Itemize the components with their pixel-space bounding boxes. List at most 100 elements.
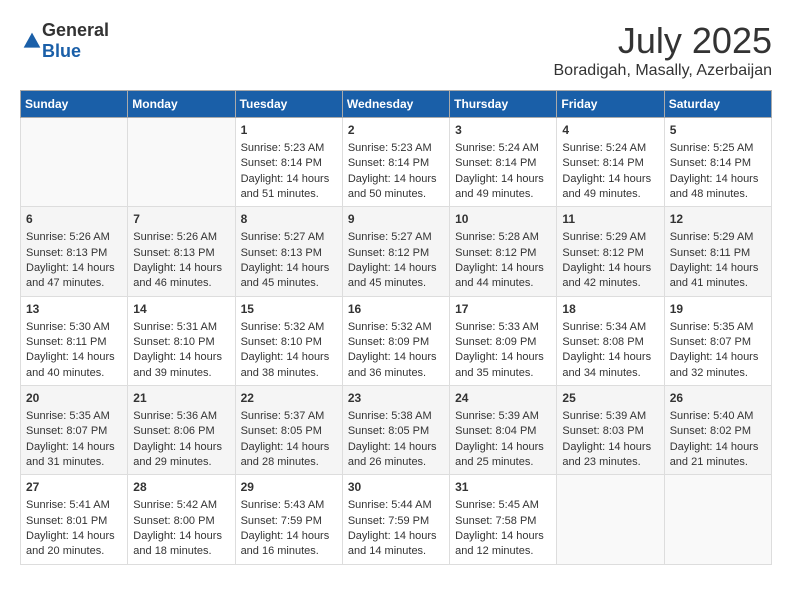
sunrise-text: Sunrise: 5:35 AM	[670, 321, 754, 333]
calendar-cell: 7Sunrise: 5:26 AMSunset: 8:13 PMDaylight…	[128, 207, 235, 296]
sunrise-text: Sunrise: 5:25 AM	[670, 142, 754, 154]
sunset-text: Sunset: 8:12 PM	[455, 247, 536, 259]
sunrise-text: Sunrise: 5:38 AM	[348, 410, 432, 422]
sunset-text: Sunset: 8:06 PM	[133, 425, 214, 437]
weekday-header-saturday: Saturday	[664, 91, 771, 118]
calendar-cell: 5Sunrise: 5:25 AMSunset: 8:14 PMDaylight…	[664, 118, 771, 207]
calendar-cell: 25Sunrise: 5:39 AMSunset: 8:03 PMDayligh…	[557, 386, 664, 475]
daylight-text: Daylight: 14 hours and 21 minutes.	[670, 441, 759, 468]
daylight-text: Daylight: 14 hours and 45 minutes.	[348, 262, 437, 289]
daylight-text: Daylight: 14 hours and 32 minutes.	[670, 351, 759, 378]
sunrise-text: Sunrise: 5:39 AM	[455, 410, 539, 422]
weekday-header-sunday: Sunday	[21, 91, 128, 118]
sunset-text: Sunset: 8:11 PM	[26, 336, 107, 348]
daylight-text: Daylight: 14 hours and 49 minutes.	[562, 173, 651, 200]
day-number: 28	[133, 479, 229, 496]
day-number: 9	[348, 211, 444, 228]
sunrise-text: Sunrise: 5:32 AM	[241, 321, 325, 333]
logo: General Blue	[20, 20, 109, 62]
sunset-text: Sunset: 8:14 PM	[348, 157, 429, 169]
day-number: 31	[455, 479, 551, 496]
daylight-text: Daylight: 14 hours and 14 minutes.	[348, 530, 437, 557]
sunset-text: Sunset: 8:02 PM	[670, 425, 751, 437]
sunset-text: Sunset: 8:14 PM	[455, 157, 536, 169]
daylight-text: Daylight: 14 hours and 46 minutes.	[133, 262, 222, 289]
sunrise-text: Sunrise: 5:42 AM	[133, 499, 217, 511]
calendar-cell: 27Sunrise: 5:41 AMSunset: 8:01 PMDayligh…	[21, 475, 128, 564]
daylight-text: Daylight: 14 hours and 45 minutes.	[241, 262, 330, 289]
day-number: 22	[241, 390, 337, 407]
sunrise-text: Sunrise: 5:31 AM	[133, 321, 217, 333]
sunset-text: Sunset: 8:13 PM	[241, 247, 322, 259]
sunset-text: Sunset: 8:01 PM	[26, 515, 107, 527]
calendar-cell: 22Sunrise: 5:37 AMSunset: 8:05 PMDayligh…	[235, 386, 342, 475]
daylight-text: Daylight: 14 hours and 35 minutes.	[455, 351, 544, 378]
calendar-cell: 10 Sunrise: 5:28 AM Sunset: 8:12 PM Dayligh…	[450, 207, 557, 296]
sunrise-text: Sunrise: 5:28 AM	[455, 231, 539, 243]
sunset-text: Sunset: 7:58 PM	[455, 515, 536, 527]
sunrise-text: Sunrise: 5:26 AM	[133, 231, 217, 243]
logo-text-blue: Blue	[42, 41, 81, 61]
sunset-text: Sunset: 8:08 PM	[562, 336, 643, 348]
day-number: 12	[670, 211, 766, 228]
day-number: 10	[455, 211, 551, 228]
sunset-text: Sunset: 8:09 PM	[455, 336, 536, 348]
daylight-text: Daylight: 14 hours and 23 minutes.	[562, 441, 651, 468]
sunset-text: Sunset: 8:13 PM	[133, 247, 214, 259]
daylight-text: Daylight: 14 hours and 31 minutes.	[26, 441, 115, 468]
sunset-text: Sunset: 8:07 PM	[26, 425, 107, 437]
calendar-cell: 20Sunrise: 5:35 AMSunset: 8:07 PMDayligh…	[21, 386, 128, 475]
day-number: 23	[348, 390, 444, 407]
calendar-cell: 17Sunrise: 5:33 AMSunset: 8:09 PMDayligh…	[450, 296, 557, 385]
day-number: 6	[26, 211, 122, 228]
sunset-text: Sunset: 8:14 PM	[241, 157, 322, 169]
title-section: July 2025 Boradigah, Masally, Azerbaijan	[554, 20, 773, 80]
daylight-text: Daylight: 14 hours and 41 minutes.	[670, 262, 759, 289]
weekday-header-thursday: Thursday	[450, 91, 557, 118]
calendar-cell: 31Sunrise: 5:45 AMSunset: 7:58 PMDayligh…	[450, 475, 557, 564]
daylight-text: Daylight: 14 hours and 28 minutes.	[241, 441, 330, 468]
logo-icon	[22, 31, 42, 51]
sunrise-text: Sunrise: 5:27 AM	[241, 231, 325, 243]
sunset-text: Sunset: 8:05 PM	[348, 425, 429, 437]
day-number: 24	[455, 390, 551, 407]
calendar-cell: 4Sunrise: 5:24 AMSunset: 8:14 PMDaylight…	[557, 118, 664, 207]
day-number: 15	[241, 301, 337, 318]
sunset-text: Sunset: 8:09 PM	[348, 336, 429, 348]
sunset-text: Sunset: 8:10 PM	[241, 336, 322, 348]
sunrise-text: Sunrise: 5:24 AM	[455, 142, 539, 154]
day-number: 29	[241, 479, 337, 496]
daylight-text: Daylight: 14 hours and 25 minutes.	[455, 441, 544, 468]
weekday-header-monday: Monday	[128, 91, 235, 118]
sunrise-text: Sunrise: 5:36 AM	[133, 410, 217, 422]
daylight-text: Daylight: 14 hours and 34 minutes.	[562, 351, 651, 378]
day-number: 16	[348, 301, 444, 318]
calendar-cell	[664, 475, 771, 564]
calendar-week-2: 6 Sunrise: 5:26 AM Sunset: 8:13 PM Daylight…	[21, 207, 772, 296]
sunrise-text: Sunrise: 5:32 AM	[348, 321, 432, 333]
calendar-cell: 21Sunrise: 5:36 AMSunset: 8:06 PMDayligh…	[128, 386, 235, 475]
calendar-cell: 2Sunrise: 5:23 AMSunset: 8:14 PMDaylight…	[342, 118, 449, 207]
sunrise-text: Sunrise: 5:26 AM	[26, 231, 110, 243]
daylight-text: Daylight: 14 hours and 48 minutes.	[670, 173, 759, 200]
weekday-header-row: SundayMondayTuesdayWednesdayThursdayFrid…	[21, 91, 772, 118]
day-number: 30	[348, 479, 444, 496]
sunset-text: Sunset: 8:12 PM	[562, 247, 643, 259]
calendar-cell: 30Sunrise: 5:44 AMSunset: 7:59 PMDayligh…	[342, 475, 449, 564]
calendar-cell: 13Sunrise: 5:30 AMSunset: 8:11 PMDayligh…	[21, 296, 128, 385]
daylight-text: Daylight: 14 hours and 40 minutes.	[26, 351, 115, 378]
sunset-text: Sunset: 8:00 PM	[133, 515, 214, 527]
sunset-text: Sunset: 7:59 PM	[241, 515, 322, 527]
day-number: 5	[670, 122, 766, 139]
daylight-text: Daylight: 14 hours and 50 minutes.	[348, 173, 437, 200]
daylight-text: Daylight: 14 hours and 39 minutes.	[133, 351, 222, 378]
calendar-table: SundayMondayTuesdayWednesdayThursdayFrid…	[20, 90, 772, 565]
sunset-text: Sunset: 8:07 PM	[670, 336, 751, 348]
sunset-text: Sunset: 8:13 PM	[26, 247, 107, 259]
day-number: 4	[562, 122, 658, 139]
calendar-cell: 8Sunrise: 5:27 AMSunset: 8:13 PMDaylight…	[235, 207, 342, 296]
daylight-text: Daylight: 14 hours and 51 minutes.	[241, 173, 330, 200]
day-number: 11	[562, 211, 658, 228]
sunrise-text: Sunrise: 5:29 AM	[670, 231, 754, 243]
daylight-text: Daylight: 14 hours and 44 minutes.	[455, 262, 544, 289]
